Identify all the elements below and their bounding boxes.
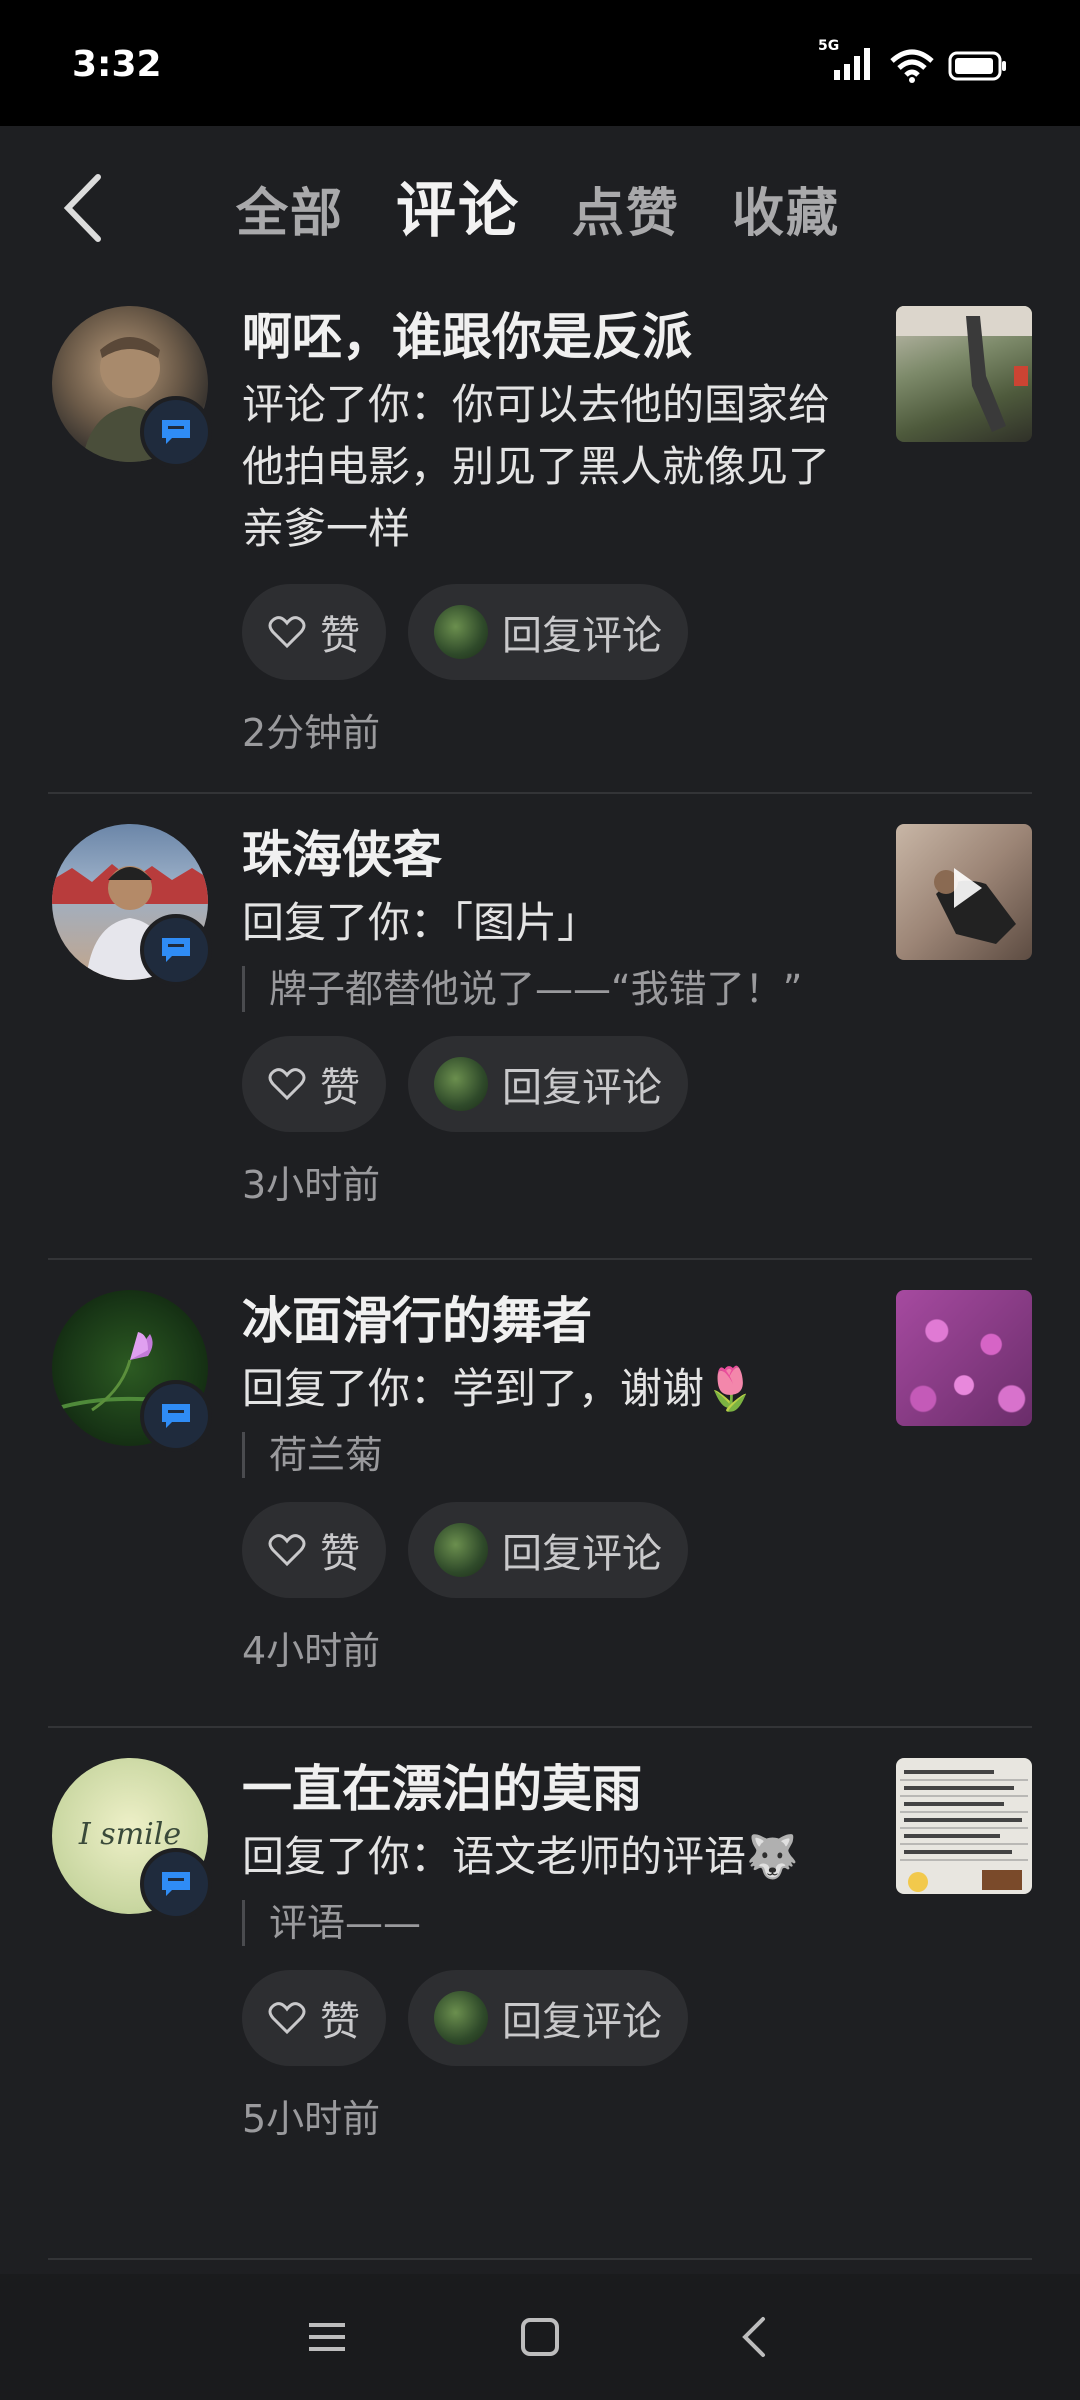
tab-favorites[interactable]: 收藏 <box>732 171 840 246</box>
quoted-text: 评语—— <box>242 1900 862 1946</box>
heart-icon <box>268 616 306 649</box>
action-row: 赞 回复评论 <box>242 584 862 680</box>
home-button[interactable] <box>500 2297 580 2377</box>
tab-bar: 全部 评论 点赞 收藏 <box>236 162 840 249</box>
reply-button[interactable]: 回复评论 <box>408 1970 688 2066</box>
battery-icon <box>948 51 1006 81</box>
notification-list: 啊呸，谁跟你是反派 评论了你：你可以去他的国家给他拍电影，别见了黑人就像见了亲爹… <box>0 276 1080 2260</box>
item-content: 冰面滑行的舞者 回复了你：学到了，谢谢🌷 荷兰菊 赞 回复评论 4小时前 <box>242 1288 862 1675</box>
wifi-icon <box>890 49 934 83</box>
comment-badge-icon <box>140 1848 212 1920</box>
list-item[interactable]: 冰面滑行的舞者 回复了你：学到了，谢谢🌷 荷兰菊 赞 回复评论 4小时前 <box>48 1260 1032 1728</box>
item-content: 一直在漂泊的莫雨 回复了你：语文老师的评语🐺 评语—— 赞 回复评论 5小时前 <box>242 1756 862 2143</box>
status-bar: 3:32 5G <box>0 0 1080 126</box>
like-button[interactable]: 赞 <box>242 1502 386 1598</box>
my-avatar <box>434 1057 488 1111</box>
menu-button[interactable] <box>287 2297 367 2377</box>
menu-icon <box>308 2323 345 2351</box>
timestamp: 2分钟前 <box>242 711 381 755</box>
like-button[interactable]: 赞 <box>242 584 386 680</box>
quoted-text: 牌子都替他说了——“我错了！” <box>242 966 862 1012</box>
reply-button[interactable]: 回复评论 <box>408 1502 688 1598</box>
my-avatar <box>434 605 488 659</box>
quoted-text: 荷兰菊 <box>242 1432 862 1478</box>
system-nav-bar <box>0 2274 1080 2400</box>
reply-label: 回复评论 <box>502 1531 662 1577</box>
home-square-icon <box>520 2318 559 2356</box>
back-button[interactable] <box>52 168 112 248</box>
timestamp: 4小时前 <box>242 1629 381 1673</box>
timestamp: 3小时前 <box>242 1163 381 1207</box>
username[interactable]: 啊呸，谁跟你是反派 <box>242 304 862 370</box>
list-item[interactable]: I smile 一直在漂泊的莫雨 回复了你：语文老师的评语🐺 评语—— 赞 回复… <box>48 1728 1032 2260</box>
comment-badge-icon <box>140 1380 212 1452</box>
status-time: 3:32 <box>72 44 162 85</box>
like-label: 赞 <box>320 1999 360 2045</box>
reply-label: 回复评论 <box>502 1065 662 1111</box>
timestamp: 5小时前 <box>242 2097 381 2141</box>
heart-icon <box>268 2002 306 2035</box>
comment-text[interactable]: 评论了你：你可以去他的国家给他拍电影，别见了黑人就像见了亲爹一样 <box>242 374 862 560</box>
list-item[interactable]: 啊呸，谁跟你是反派 评论了你：你可以去他的国家给他拍电影，别见了黑人就像见了亲爹… <box>48 276 1032 794</box>
username[interactable]: 一直在漂泊的莫雨 <box>242 1756 862 1822</box>
action-row: 赞 回复评论 <box>242 1502 862 1598</box>
reply-button[interactable]: 回复评论 <box>408 1036 688 1132</box>
comment-badge-icon <box>140 914 212 986</box>
my-avatar <box>434 1523 488 1577</box>
action-row: 赞 回复评论 <box>242 1036 862 1132</box>
list-item[interactable]: 珠海侠客 回复了你：「图片」 牌子都替他说了——“我错了！” 赞 回复评论 3小… <box>48 794 1032 1260</box>
reply-button[interactable]: 回复评论 <box>408 584 688 680</box>
action-row: 赞 回复评论 <box>242 1970 862 2066</box>
username[interactable]: 冰面滑行的舞者 <box>242 1288 862 1354</box>
comment-text[interactable]: 回复了你：「图片」 <box>242 892 862 954</box>
reply-label: 回复评论 <box>502 1999 662 2045</box>
comment-text[interactable]: 回复了你：学到了，谢谢🌷 <box>242 1358 862 1420</box>
chevron-left-icon <box>742 2317 766 2357</box>
my-avatar <box>434 1991 488 2045</box>
comment-badge-icon <box>140 396 212 468</box>
video-thumbnail[interactable] <box>896 306 1032 442</box>
image-thumbnail[interactable] <box>896 1758 1032 1894</box>
image-thumbnail[interactable] <box>896 1290 1032 1426</box>
signal-icon: 5G <box>818 38 876 86</box>
heart-icon <box>268 1068 306 1101</box>
top-nav: 全部 评论 点赞 收藏 <box>0 126 1080 276</box>
heart-icon <box>268 1534 306 1567</box>
tab-likes[interactable]: 点赞 <box>572 171 680 246</box>
status-icons: 5G <box>818 38 1008 86</box>
video-thumbnail[interactable] <box>896 824 1032 960</box>
tab-comments[interactable]: 评论 <box>396 162 520 249</box>
system-back-button[interactable] <box>713 2297 793 2377</box>
avatar-text: I smile <box>78 1817 181 1852</box>
like-label: 赞 <box>320 1065 360 1111</box>
username[interactable]: 珠海侠客 <box>242 822 862 888</box>
like-button[interactable]: 赞 <box>242 1036 386 1132</box>
item-content: 珠海侠客 回复了你：「图片」 牌子都替他说了——“我错了！” 赞 回复评论 3小… <box>242 822 862 1209</box>
like-label: 赞 <box>320 613 360 659</box>
comment-text[interactable]: 回复了你：语文老师的评语🐺 <box>242 1826 862 1888</box>
like-button[interactable]: 赞 <box>242 1970 386 2066</box>
tab-all[interactable]: 全部 <box>236 171 344 246</box>
like-label: 赞 <box>320 1531 360 1577</box>
chevron-left-icon <box>63 174 101 242</box>
item-content: 啊呸，谁跟你是反派 评论了你：你可以去他的国家给他拍电影，别见了黑人就像见了亲爹… <box>242 304 862 757</box>
network-label: 5G <box>818 38 840 54</box>
reply-label: 回复评论 <box>502 613 662 659</box>
